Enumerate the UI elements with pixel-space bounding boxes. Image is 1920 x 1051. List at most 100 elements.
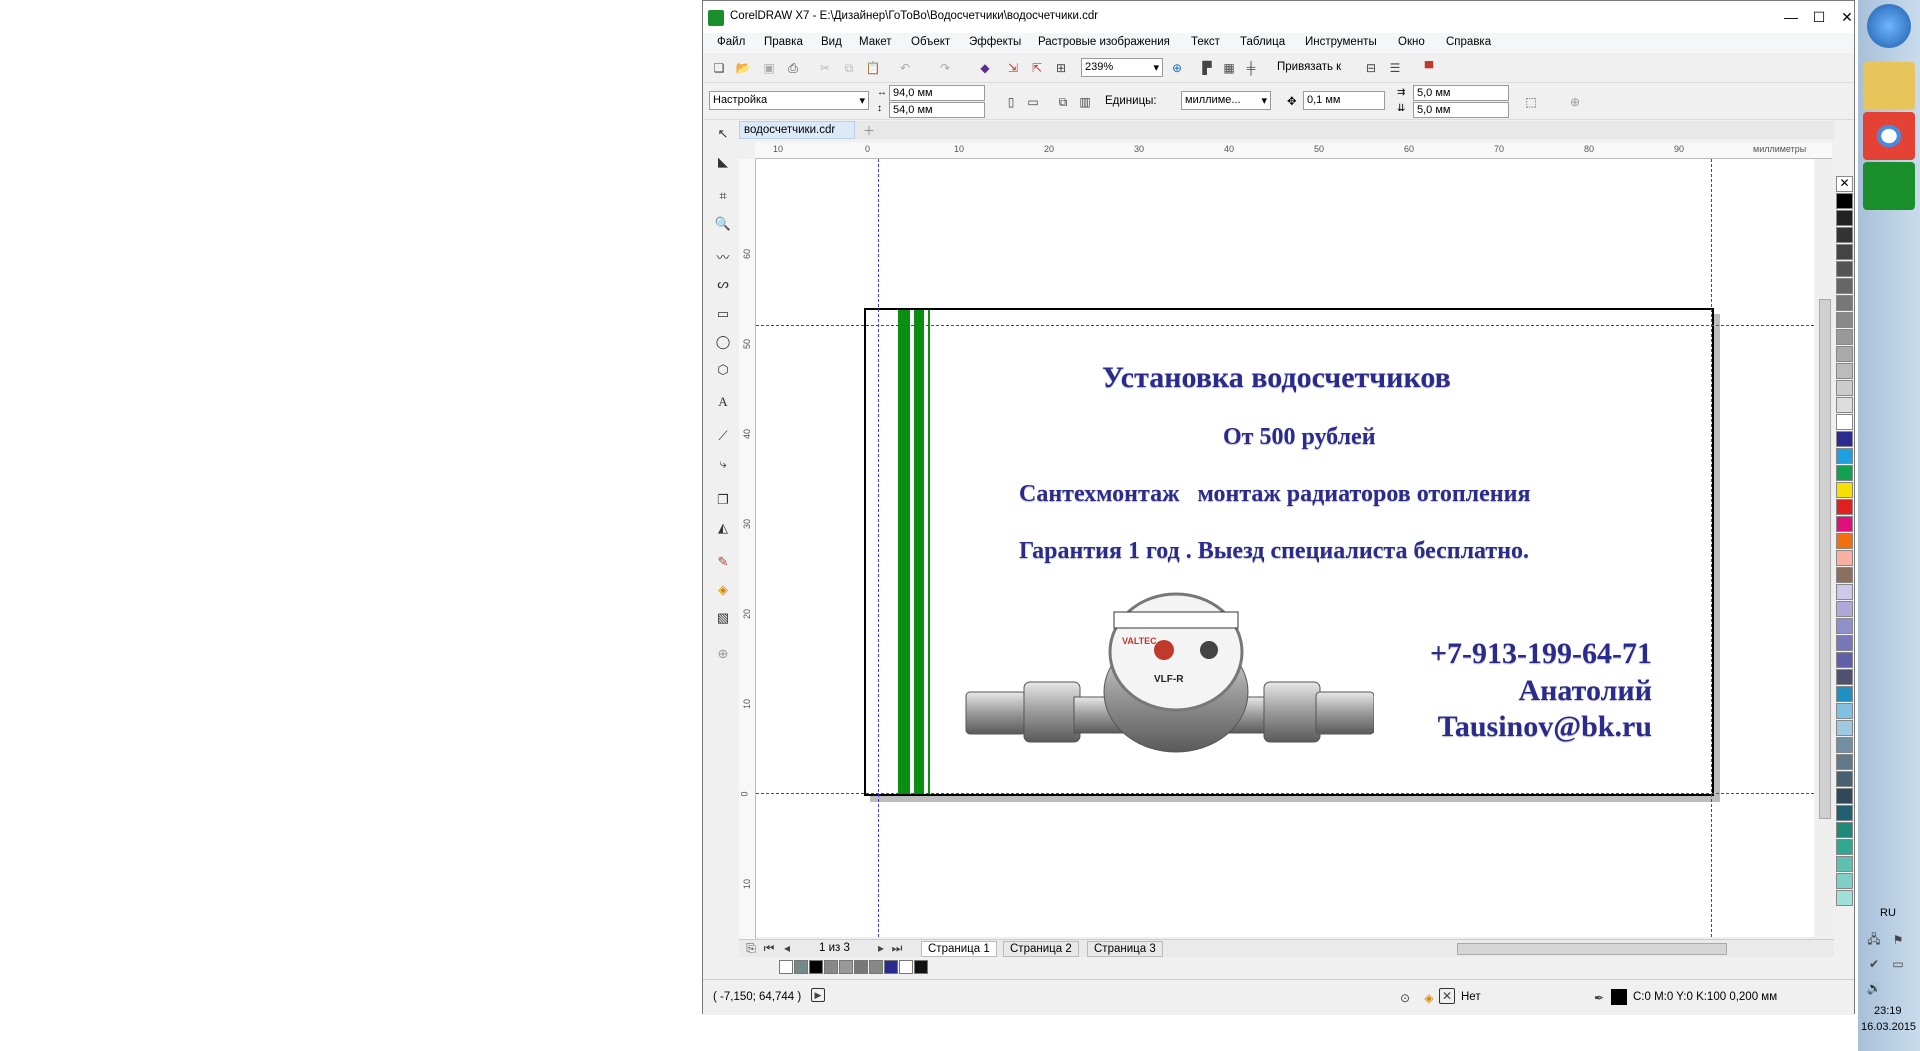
welcome-screen-icon[interactable]: ▀ (1419, 58, 1439, 78)
menu-window[interactable]: Окно (1398, 36, 1425, 48)
document-palette-swatch[interactable] (794, 960, 808, 974)
menu-view[interactable]: Вид (821, 36, 842, 48)
horizontal-scrollbar[interactable] (1457, 943, 1727, 955)
display-icon[interactable]: ▭ (1888, 954, 1908, 974)
menu-layout[interactable]: Макет (859, 36, 892, 48)
guideline-horizontal[interactable] (756, 325, 1814, 326)
cut-icon[interactable]: ✂ (815, 58, 835, 78)
options-icon[interactable]: ⊟ (1361, 58, 1381, 78)
import-icon[interactable]: ⇲ (1003, 58, 1023, 78)
palette-swatch[interactable] (1836, 856, 1853, 872)
menu-bitmaps[interactable]: Растровые изображения (1038, 36, 1170, 48)
transparency-icon[interactable]: ◭ (712, 517, 734, 539)
search-content-icon[interactable]: ◆ (975, 58, 995, 78)
menu-object[interactable]: Объект (911, 36, 950, 48)
network-icon[interactable]: 🖧 (1864, 930, 1884, 950)
palette-swatch[interactable] (1836, 533, 1853, 549)
palette-swatch[interactable] (1836, 669, 1853, 685)
vertical-ruler[interactable]: 60 50 40 30 20 10 0 10 (739, 159, 756, 949)
close-button[interactable]: ✕ (1835, 7, 1859, 27)
palette-swatch[interactable] (1836, 261, 1853, 277)
palette-swatch[interactable] (1836, 584, 1853, 600)
palette-swatch[interactable] (1836, 380, 1853, 396)
guideline-vertical[interactable] (878, 159, 879, 937)
document-info-icon[interactable]: ⊙ (1395, 988, 1415, 1008)
palette-swatch[interactable] (1836, 822, 1853, 838)
palette-swatch[interactable] (1836, 482, 1853, 498)
portrait-icon[interactable]: ▯ (1001, 92, 1021, 112)
palette-swatch[interactable] (1836, 329, 1853, 345)
palette-swatch[interactable] (1836, 805, 1853, 821)
new-tab-icon[interactable]: ＋ (859, 121, 879, 139)
chrome-taskbar-icon[interactable] (1863, 112, 1915, 160)
drawing-canvas[interactable]: Установка водосчетчиков От 500 рублей Са… (756, 159, 1814, 937)
start-button-icon[interactable] (1867, 4, 1911, 48)
palette-swatch[interactable] (1836, 737, 1853, 753)
document-palette-swatch[interactable] (869, 960, 883, 974)
current-page-icon[interactable]: ▥ (1075, 92, 1095, 112)
palette-swatch[interactable] (1836, 278, 1853, 294)
palette-swatch[interactable] (1836, 601, 1853, 617)
connector-tool-icon[interactable]: ⤷ (712, 453, 734, 475)
application-launcher-icon[interactable]: ☰ (1385, 58, 1405, 78)
language-indicator[interactable]: RU (1880, 907, 1896, 919)
eyedropper-icon[interactable]: ✎ (712, 551, 734, 573)
all-pages-icon[interactable]: ⧉ (1053, 92, 1073, 112)
menu-help[interactable]: Справка (1446, 36, 1491, 48)
palette-swatch[interactable] (1836, 193, 1853, 209)
crop-tool-icon[interactable]: ⌗ (712, 185, 734, 207)
open-folder-icon[interactable]: 📂 (733, 58, 753, 78)
document-palette-swatch[interactable] (914, 960, 928, 974)
horizontal-ruler[interactable]: 10 0 10 20 30 40 50 60 70 80 90 миллимет… (755, 142, 1832, 159)
landscape-icon[interactable]: ▭ (1023, 92, 1043, 112)
freehand-tool-icon[interactable]: 〰 (712, 245, 734, 267)
duplicate-y-field[interactable]: 5,0 мм (1413, 102, 1509, 118)
paste-icon[interactable]: 📋 (863, 58, 883, 78)
units-select[interactable]: миллиме... ▾ (1181, 91, 1271, 110)
palette-swatch[interactable] (1836, 516, 1853, 532)
palette-swatch[interactable] (1836, 652, 1853, 668)
menu-table[interactable]: Таблица (1240, 36, 1285, 48)
publish-pdf-icon[interactable]: ⊞ (1051, 58, 1071, 78)
dimension-tool-icon[interactable]: ⟋ (712, 425, 734, 447)
polygon-tool-icon[interactable]: ⬡ (712, 359, 734, 381)
document-palette-swatch[interactable] (899, 960, 913, 974)
snap-to-button[interactable]: Привязать к (1277, 61, 1341, 73)
document-palette-swatch[interactable] (854, 960, 868, 974)
palette-swatch[interactable] (1836, 890, 1853, 906)
palette-swatch[interactable] (1836, 618, 1853, 634)
guideline-vertical[interactable] (1711, 159, 1712, 937)
interactive-fill-icon[interactable]: ◈ (712, 579, 734, 601)
palette-swatch[interactable] (1836, 788, 1853, 804)
duplicate-x-field[interactable]: 5,0 мм (1413, 85, 1509, 101)
play-icon[interactable]: ▶ (811, 988, 825, 1002)
palette-swatch[interactable]: ✕ (1836, 176, 1853, 192)
smart-fill-icon[interactable]: ▧ (712, 607, 734, 629)
palette-swatch[interactable] (1836, 227, 1853, 243)
menu-tools[interactable]: Инструменты (1305, 36, 1377, 48)
text-tool-icon[interactable]: A (712, 391, 734, 413)
palette-swatch[interactable] (1836, 839, 1853, 855)
menu-file[interactable]: Файл (717, 36, 745, 48)
nudge-distance-field[interactable]: 0,1 мм (1303, 91, 1385, 110)
business-card[interactable]: Установка водосчетчиков От 500 рублей Са… (864, 308, 1714, 796)
palette-swatch[interactable] (1836, 635, 1853, 651)
copy-icon[interactable]: ⧉ (839, 58, 859, 78)
first-page-icon[interactable]: ⏮ (759, 940, 779, 956)
scroll-thumb[interactable] (1819, 299, 1831, 819)
show-rulers-icon[interactable]: ▛ (1197, 58, 1217, 78)
save-icon[interactable]: ▣ (759, 58, 779, 78)
export-icon[interactable]: ⇱ (1027, 58, 1047, 78)
add-page-icon[interactable]: ⎘ (741, 940, 761, 956)
maximize-button[interactable]: ☐ (1807, 7, 1831, 27)
palette-swatch[interactable] (1836, 703, 1853, 719)
palette-swatch[interactable] (1836, 550, 1853, 566)
menu-edit[interactable]: Правка (764, 36, 803, 48)
redo-icon[interactable]: ↷ (935, 58, 955, 78)
document-tab[interactable]: водосчетчики.cdr (739, 121, 855, 139)
page-tab-2[interactable]: Страница 2 (1003, 941, 1079, 957)
show-grid-icon[interactable]: ▦ (1219, 58, 1239, 78)
palette-swatch[interactable] (1836, 431, 1853, 447)
explorer-taskbar-icon[interactable] (1863, 62, 1915, 110)
clock-time[interactable]: 23:19 (1874, 1005, 1902, 1017)
